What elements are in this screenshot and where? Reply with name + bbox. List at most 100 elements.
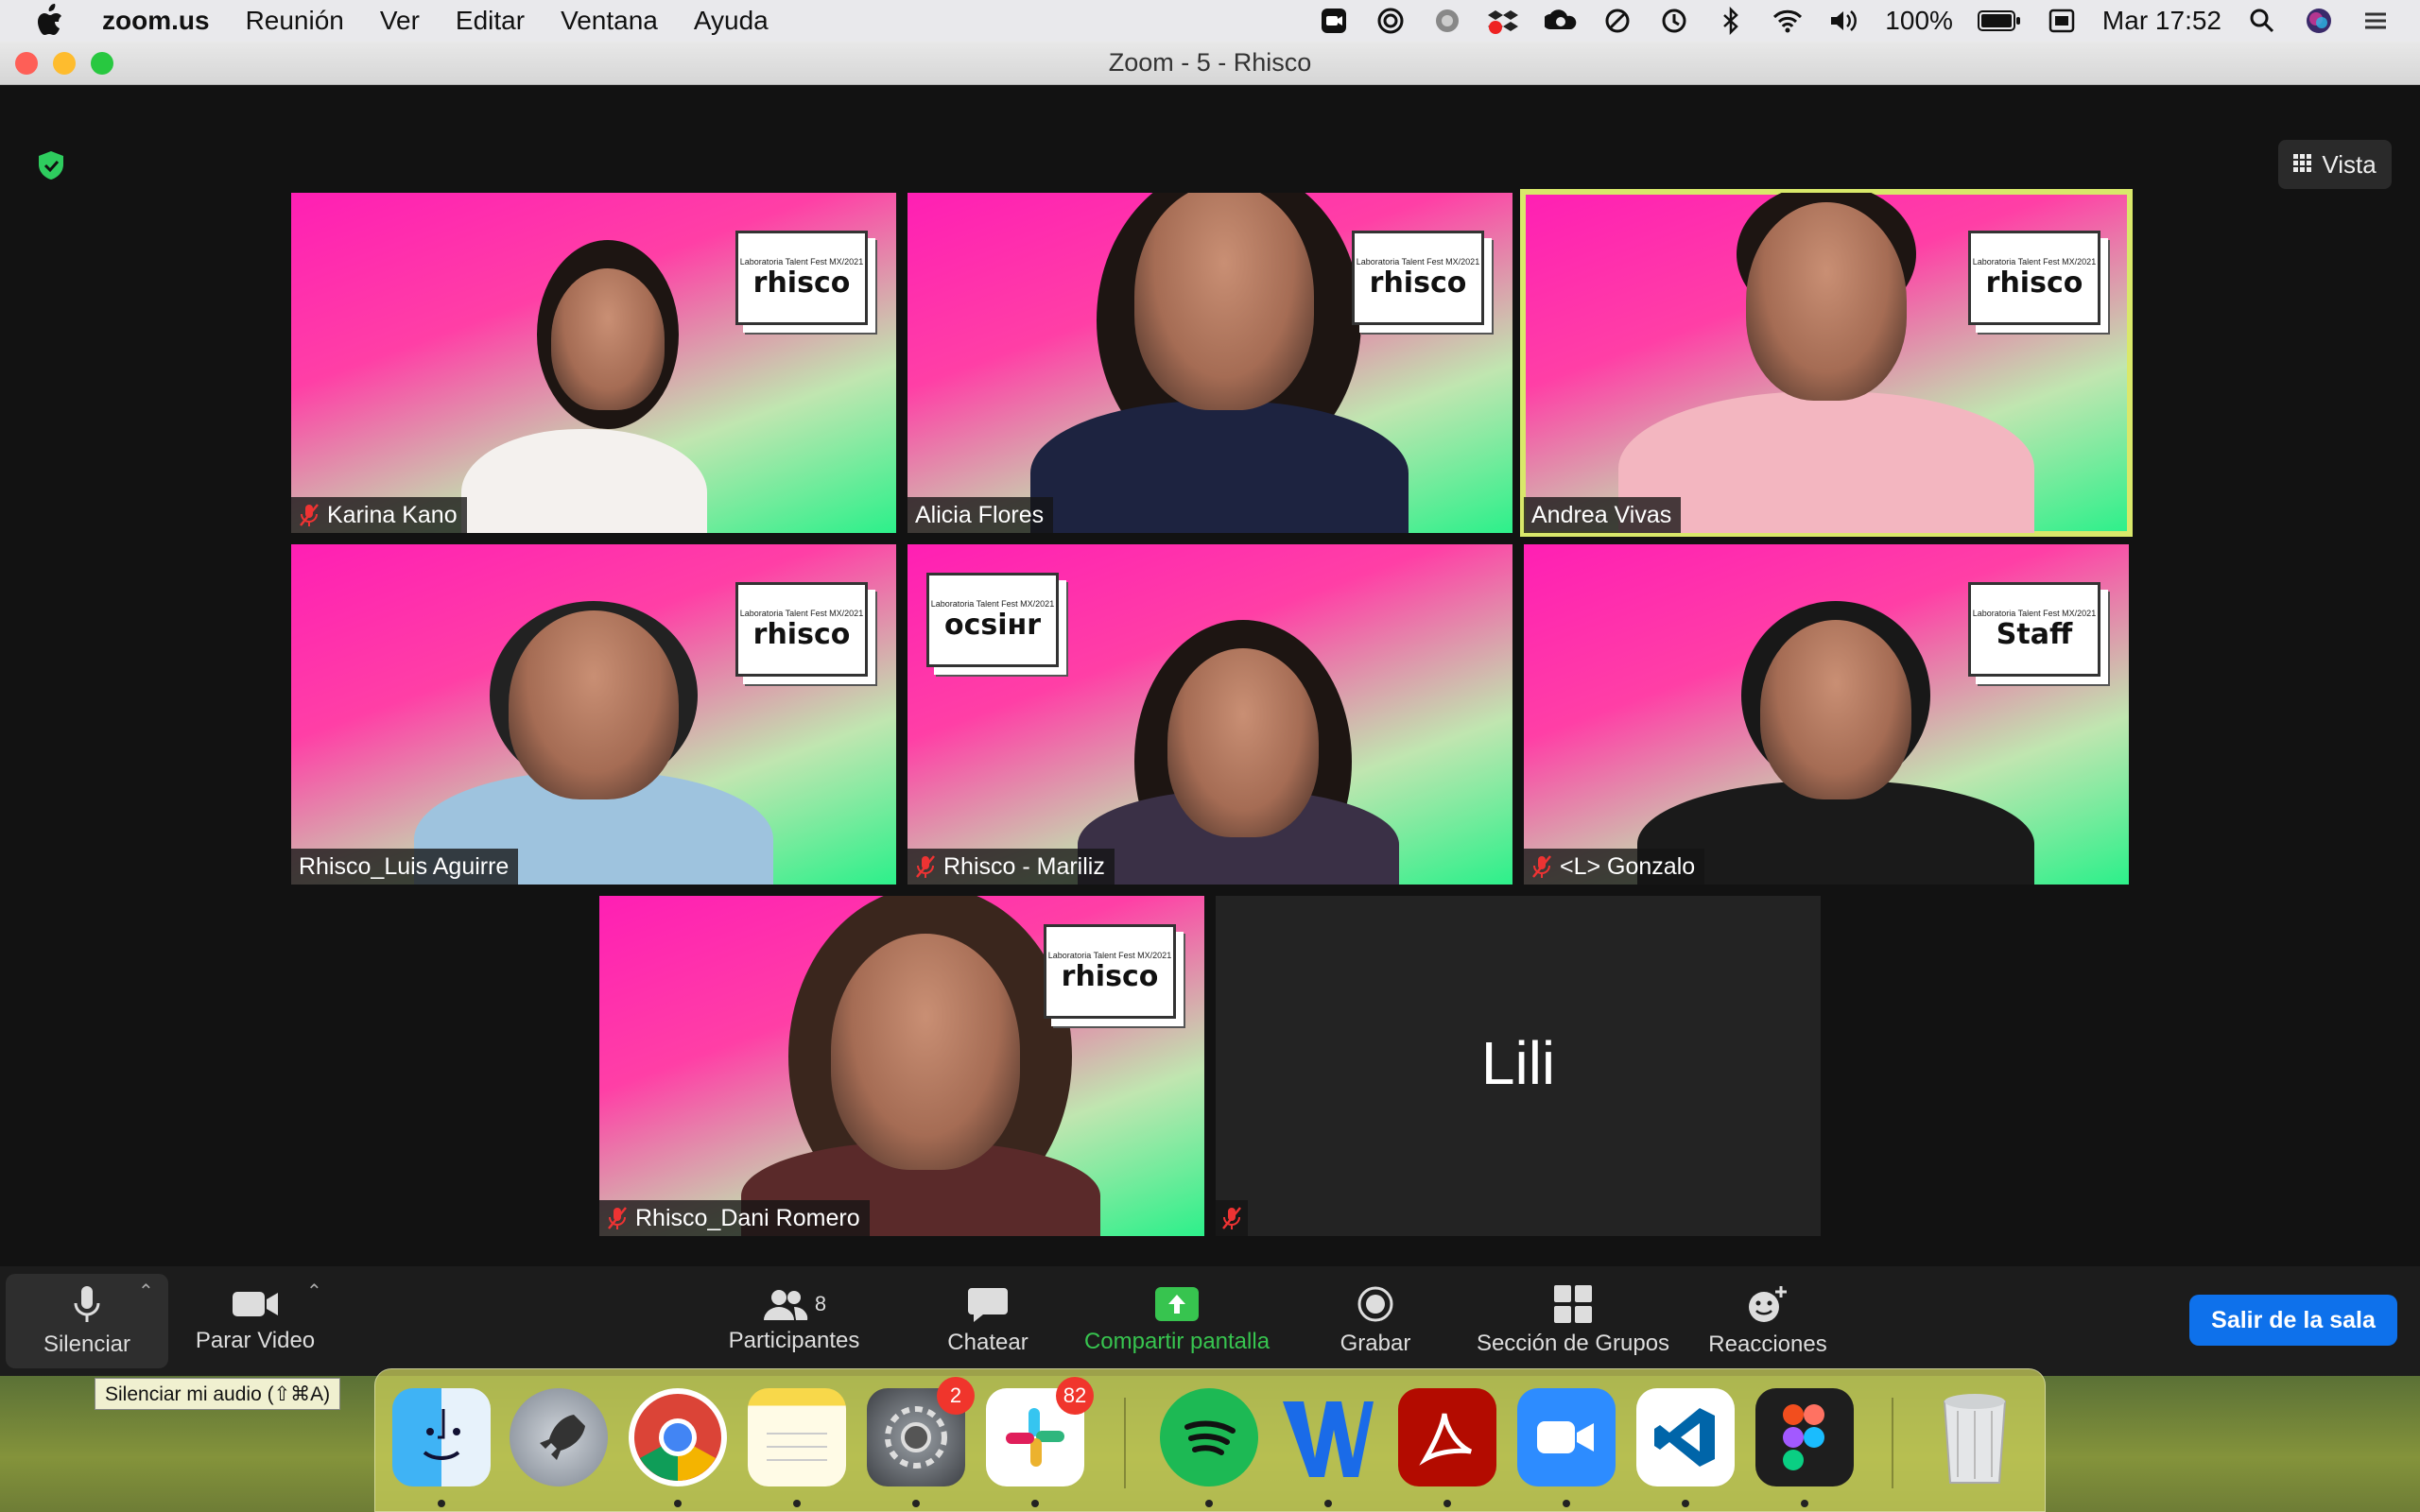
running-indicator [1443,1500,1451,1507]
siri-icon[interactable] [2303,7,2335,35]
running-indicator [1324,1500,1332,1507]
participants-button[interactable]: 8 Participantes [718,1274,870,1368]
control-center-icon[interactable] [2360,7,2392,35]
video-tile-gonzalo[interactable]: Laboratoria Talent Fest MX/2021 Staff <L>… [1524,544,2129,885]
sync-icon[interactable] [1601,7,1634,35]
zoom-icon[interactable] [1318,7,1350,35]
rhisco-sign: Laboratoria Talent Fest MX/2021 rhisco [1044,924,1176,1019]
finder-icon[interactable] [392,1388,491,1486]
chat-bubble-icon [968,1288,1008,1322]
word-icon[interactable] [1279,1388,1377,1486]
participant-name: Alicia Flores [915,501,1045,528]
participant-face [509,610,679,799]
participant-name-large: Lili [1480,1029,1556,1097]
running-indicator [1563,1500,1570,1507]
breakout-rooms-button[interactable]: Sección de Grupos [1461,1274,1685,1368]
notification-badge: 82 [1056,1377,1094,1415]
cloud-icon[interactable] [1431,7,1463,35]
video-tile-alicia[interactable]: Laboratoria Talent Fest MX/2021 rhisco Al… [908,193,1512,533]
volume-icon[interactable] [1828,7,1860,35]
minimize-window-button[interactable] [53,52,76,75]
video-options-caret-icon[interactable]: ⌃ [306,1280,322,1303]
video-tile-luis[interactable]: Laboratoria Talent Fest MX/2021 rhisco Rh… [291,544,896,885]
menu-editar[interactable]: Editar [456,6,525,36]
record-button[interactable]: Grabar [1305,1274,1446,1368]
chat-button[interactable]: Chatear [917,1274,1059,1368]
view-button-label: Vista [2322,149,2377,179]
battery-icon[interactable] [1977,7,2021,35]
figma-icon[interactable] [1755,1388,1854,1486]
nameplate: Rhisco_Luis Aguirre [291,849,519,885]
running-indicator [438,1500,445,1507]
dock-separator [1124,1398,1126,1488]
rhisco-sign: Laboratoria Talent Fest MX/2021 rhisco [735,582,868,677]
zoom-window: Zoom - 5 - Rhisco Vista Laboratoria Tale… [0,42,2420,1376]
video-tile-andrea[interactable]: Laboratoria Talent Fest MX/2021 rhisco An… [1520,189,2133,537]
participant-figure [461,429,707,533]
share-screen-button[interactable]: Compartir pantalla [1068,1274,1286,1368]
leave-meeting-button[interactable]: Salir de la sala [2189,1295,2397,1346]
running-indicator [1801,1500,1808,1507]
bluetooth-icon[interactable] [1715,7,1747,35]
video-tile-dani[interactable]: Laboratoria Talent Fest MX/2021 rhisco Rh… [599,896,1204,1236]
close-window-button[interactable] [15,52,38,75]
menu-app-name[interactable]: zoom.us [102,6,210,36]
nameplate: Rhisco - Mariliz [908,849,1115,885]
launchpad-icon[interactable] [510,1388,608,1486]
participant-name: <L> Gonzalo [1560,852,1696,880]
slack-icon[interactable]: 82 [986,1377,1094,1486]
video-tile-lili[interactable]: Lili [1216,896,1821,1236]
menu-ver[interactable]: Ver [380,6,420,36]
notes-icon[interactable] [748,1388,846,1486]
muted-mic-icon [608,1207,627,1229]
mute-label: Silenciar [43,1332,131,1357]
target-icon[interactable] [1374,7,1407,35]
vscode-icon[interactable] [1636,1388,1735,1486]
nameplate [1216,1200,1248,1236]
zoom-app-icon[interactable] [1517,1388,1616,1486]
apple-menu-icon[interactable] [36,4,74,38]
menu-ayuda[interactable]: Ayuda [694,6,769,36]
dropbox-icon[interactable] [1488,7,1520,35]
breakout-rooms-label: Sección de Grupos [1476,1331,1670,1356]
mute-shortcut-tooltip: Silenciar mi audio (⇧⌘A) [95,1378,341,1410]
participant-name: Karina Kano [327,501,458,528]
running-indicator [793,1500,801,1507]
time-machine-icon[interactable] [1658,7,1690,35]
creative-cloud-icon[interactable] [1545,7,1577,35]
running-indicator [674,1500,682,1507]
spotlight-icon[interactable] [2246,7,2278,35]
participant-face [1760,620,1911,799]
reactions-button[interactable]: Reacciones [1702,1274,1834,1368]
participants-icon [763,1290,808,1320]
participants-label: Participantes [728,1328,860,1353]
acrobat-icon[interactable] [1398,1388,1496,1486]
running-indicator [1205,1500,1213,1507]
system-preferences-icon[interactable]: 2 [867,1377,975,1486]
view-button[interactable]: Vista [2278,140,2392,189]
spotify-icon[interactable] [1160,1388,1258,1486]
rhisco-sign: Laboratoria Talent Fest MX/2021 rhisco [1352,231,1484,325]
nameplate: <L> Gonzalo [1524,849,1705,885]
security-shield-icon[interactable] [36,149,66,181]
keyboard-icon[interactable] [2046,7,2078,35]
participant-face [831,934,1020,1170]
wifi-icon[interactable] [1772,7,1804,35]
menu-reunion[interactable]: Reunión [246,6,344,36]
participant-face [1134,193,1314,410]
video-tile-karina[interactable]: Laboratoria Talent Fest MX/2021 rhisco Ka… [291,193,896,533]
running-indicator [1031,1500,1039,1507]
audio-options-caret-icon[interactable]: ⌃ [138,1280,154,1303]
trash-icon[interactable] [1926,1388,2024,1486]
rhisco-sign: Laboratoria Talent Fest MX/2021 rhisco [735,231,868,325]
participant-figure [1030,401,1409,533]
nameplate: Andrea Vivas [1524,497,1682,533]
video-tile-mariliz[interactable]: Laboratoria Talent Fest MX/2021 ocsiʜr Rh… [908,544,1512,885]
chrome-icon[interactable] [629,1388,727,1486]
staff-sign: Laboratoria Talent Fest MX/2021 Staff [1968,582,2100,677]
meeting-toolbar: Silenciar ⌃ Parar Video ⌃ 8 Participante… [0,1266,2420,1376]
maximize-window-button[interactable] [91,52,113,75]
menu-ventana[interactable]: Ventana [561,6,658,36]
menu-clock[interactable]: Mar 17:52 [2102,6,2221,36]
nameplate: Karina Kano [291,497,467,533]
